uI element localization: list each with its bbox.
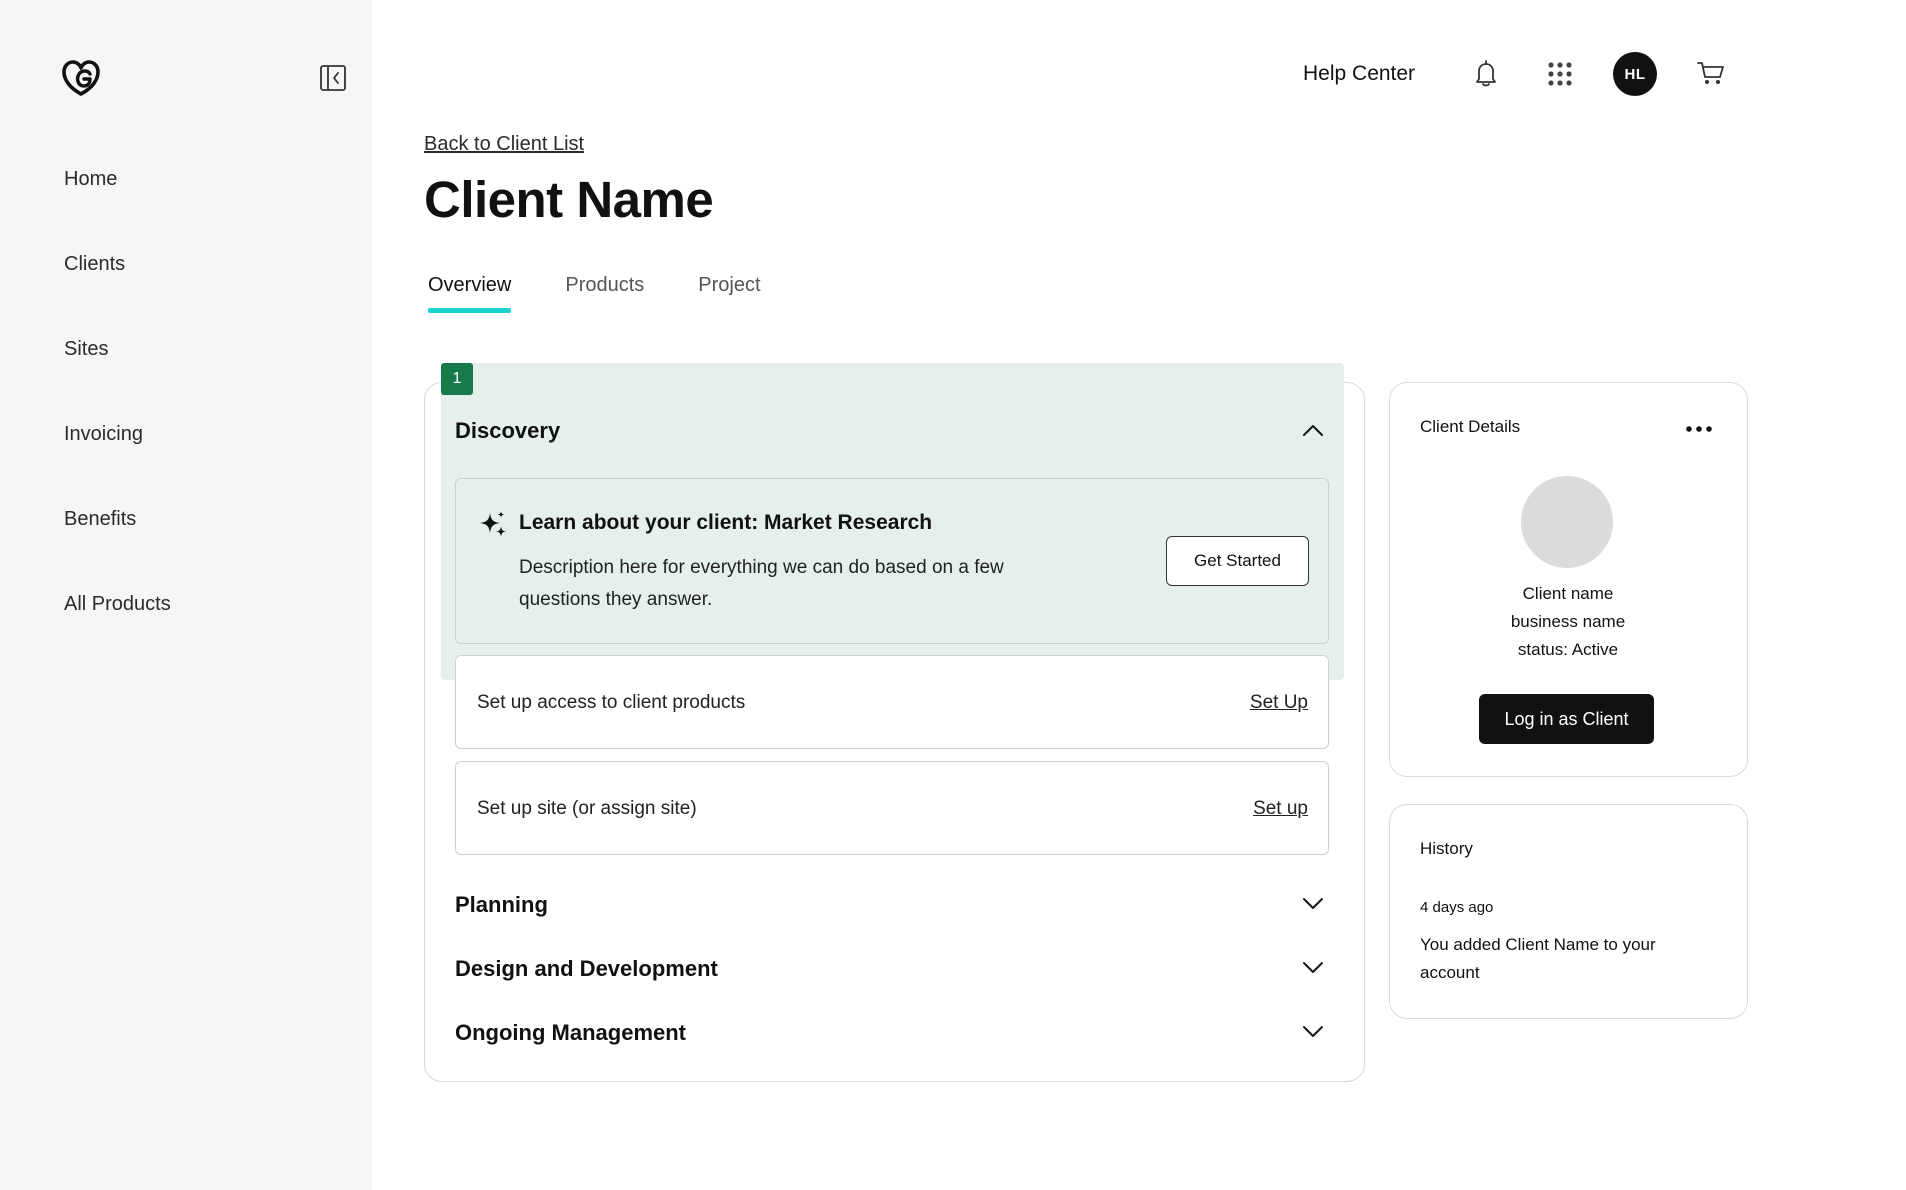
cart-icon[interactable] — [1696, 59, 1726, 87]
page-title: Client Name — [424, 171, 714, 228]
tab-overview[interactable]: Overview — [428, 274, 512, 313]
client-status: status: Active — [1517, 640, 1619, 659]
task-label: Set up site (or assign site) — [477, 798, 697, 819]
tab-bar: Overview Products Project — [428, 274, 815, 313]
godaddy-logo-icon[interactable] — [60, 58, 102, 98]
task-label: Set up access to client products — [477, 692, 746, 713]
section-ongoing-management-title[interactable]: Ongoing Management — [455, 1020, 686, 1046]
get-started-button[interactable]: Get Started — [1166, 536, 1309, 586]
market-research-title: Learn about your client: Market Research — [519, 511, 933, 534]
back-to-client-list-link[interactable]: Back to Client List — [424, 133, 584, 156]
set-up-products-link[interactable]: Set Up — [1250, 692, 1308, 714]
sidebar-item-home[interactable]: Home — [64, 168, 171, 253]
client-avatar — [1521, 476, 1613, 568]
client-details-title: Client Details — [1420, 417, 1521, 436]
chevron-down-icon[interactable] — [1302, 1024, 1324, 1038]
section-planning-title[interactable]: Planning — [455, 892, 548, 918]
log-in-as-client-button[interactable]: Log in as Client — [1479, 694, 1654, 744]
apps-grid-icon[interactable] — [1546, 60, 1574, 88]
sparkle-icon — [480, 511, 506, 537]
history-title: History — [1420, 839, 1473, 858]
task-client-products: Set up access to client products Set Up — [455, 655, 1329, 749]
sidebar-item-sites[interactable]: Sites — [64, 338, 171, 423]
tab-project[interactable]: Project — [698, 274, 760, 313]
history-entry-text: You added Client Name to your account — [1420, 935, 1656, 982]
history-timestamp: 4 days ago — [1420, 899, 1494, 916]
sidebar-item-all-products[interactable]: All Products — [64, 593, 171, 678]
step-badge: 1 — [441, 363, 473, 395]
chevron-up-icon[interactable] — [1302, 423, 1324, 437]
sidebar: Home Clients Sites Invoicing Benefits Al… — [0, 0, 372, 1190]
app-root: Home Clients Sites Invoicing Benefits Al… — [0, 0, 1906, 1190]
client-business-name: business name — [1510, 612, 1626, 631]
section-discovery-title[interactable]: Discovery — [455, 418, 560, 444]
chevron-down-icon[interactable] — [1302, 960, 1324, 974]
sidebar-nav: Home Clients Sites Invoicing Benefits Al… — [64, 168, 171, 678]
client-name: Client name — [1522, 584, 1614, 603]
sidebar-item-benefits[interactable]: Benefits — [64, 508, 171, 593]
help-center-link[interactable]: Help Center — [1303, 62, 1415, 86]
sidebar-item-invoicing[interactable]: Invoicing — [64, 423, 171, 508]
section-design-development-title[interactable]: Design and Development — [455, 956, 718, 982]
set-up-site-link[interactable]: Set up — [1253, 798, 1308, 820]
more-horizontal-icon[interactable] — [1684, 422, 1714, 436]
task-site-setup: Set up site (or assign site) Set up — [455, 761, 1329, 855]
bell-icon[interactable] — [1472, 58, 1500, 88]
user-avatar[interactable]: HL — [1613, 52, 1657, 96]
chevron-down-icon[interactable] — [1302, 896, 1324, 910]
market-research-description: Description here for everything we can d… — [519, 557, 1004, 610]
client-info: Client name business name status: Active — [1420, 580, 1716, 664]
collapse-sidebar-icon[interactable] — [318, 63, 348, 93]
tab-products[interactable]: Products — [565, 274, 644, 313]
sidebar-item-clients[interactable]: Clients — [64, 253, 171, 338]
